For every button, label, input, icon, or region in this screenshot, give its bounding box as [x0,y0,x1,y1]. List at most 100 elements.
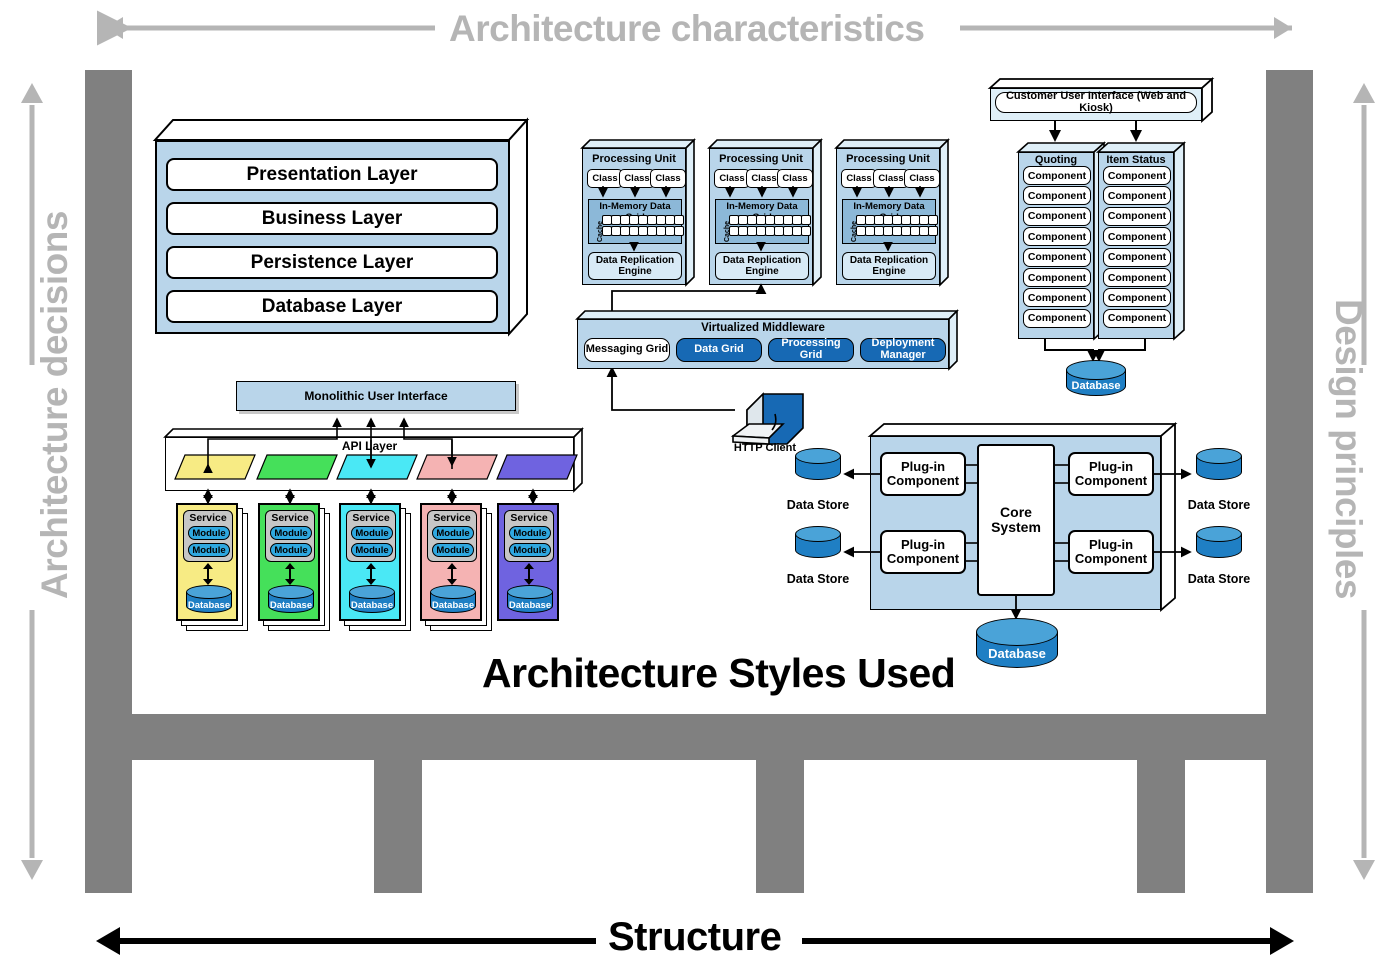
layer-persistence[interactable]: Persistence Layer [166,246,498,279]
data-store-1 [795,448,841,486]
frame-right-pillar [1266,70,1313,893]
service-component[interactable]: Component [1103,268,1171,287]
service-group: Service Module Module [183,510,233,562]
frame-inner-pillar-2 [756,760,804,893]
service-component[interactable]: Component [1103,288,1171,308]
service-component[interactable]: Component [1103,247,1171,267]
middleware-title: Virtualized Middleware [701,322,825,334]
microservice[interactable]: Service Module Module Database [420,503,482,621]
data-replication-engine: Data Replication Engine [588,252,682,280]
data-store-label-1: Data Store [786,498,850,512]
microservice[interactable]: Service Module Module Database [176,503,238,621]
service-component[interactable]: Component [1023,206,1091,226]
microservice[interactable]: Service Module Module Database [339,503,401,621]
frame-inner-pillar-1 [374,760,422,893]
plugin-component-4[interactable]: Plug-in Component [1068,530,1154,574]
processing-unit-title: Processing Unit [719,153,803,165]
module[interactable]: Module [432,543,474,557]
class-box: Class [841,169,877,188]
service-component[interactable]: Component [1023,288,1091,308]
monolithic-ui-label: Monolithic User Interface [304,389,448,403]
layer-label: Business Layer [261,207,403,229]
database-label: Database [269,600,313,611]
data-store-label-2: Data Store [786,572,850,586]
module[interactable]: Module [351,526,393,540]
data-replication-engine: Data Replication Engine [842,252,936,280]
plugin-label: Plug-in Component [886,536,960,566]
microservice-database: Database [507,585,553,617]
cache-cell [928,226,938,236]
database-label: Database [187,600,231,611]
deployment-manager-button[interactable]: Deployment Manager [860,338,946,362]
plugin-label: Plug-in Component [1074,458,1148,488]
http-client-to-middleware-arrow [606,366,735,411]
http-client: HTTP Client [725,380,805,455]
service-component[interactable]: Component [1023,186,1091,206]
service-component[interactable]: Component [1103,206,1171,226]
cache-cell [801,226,811,236]
database-label: Database [1071,380,1121,392]
core-system-label: Core System [991,503,1041,535]
service-group: Service Module Module [504,510,554,562]
messaging-grid-button[interactable]: Messaging Grid [584,338,670,362]
data-store-label-4: Data Store [1187,572,1251,586]
plugin-component-1[interactable]: Plug-in Component [880,452,966,496]
module[interactable]: Module [270,543,312,557]
module[interactable]: Module [188,526,230,540]
layer-database[interactable]: Database Layer [166,290,498,323]
database-label: Database [350,600,394,611]
service-component[interactable]: Component [1103,308,1171,328]
left-axis-label: Architecture decisions [34,211,75,599]
processing-unit-title: Processing Unit [846,153,930,165]
plugin-component-3[interactable]: Plug-in Component [880,530,966,574]
frame-inner-pillar-3 [1137,760,1185,893]
database-label: Database [508,600,552,611]
service-group: Service Module Module [346,510,396,562]
microservice[interactable]: Service Module Module Database [258,503,320,621]
layer-label: Presentation Layer [246,163,418,185]
module[interactable]: Module [432,526,474,540]
page-title: Architecture Styles Used [482,650,956,696]
module[interactable]: Module [509,526,551,540]
class-box: Class [650,169,686,188]
module[interactable]: Module [351,543,393,557]
service-component[interactable]: Component [1103,227,1171,247]
class-box: Class [714,169,750,188]
service-component[interactable]: Component [1023,268,1091,287]
data-store-3 [1196,448,1242,486]
layer-business[interactable]: Business Layer [166,202,498,235]
cache-cell [801,215,811,225]
microservice-database: Database [268,585,314,617]
service-component[interactable]: Component [1023,247,1091,267]
module[interactable]: Module [188,543,230,557]
right-axis-label: Design principles [1328,299,1369,599]
microservice-database: Database [349,585,395,617]
microkernel-database: Database [976,618,1058,672]
data-replication-engine: Data Replication Engine [715,252,809,280]
module[interactable]: Module [270,526,312,540]
core-system[interactable]: Core System [977,444,1055,596]
cache-cell [928,215,938,225]
plugin-component-2[interactable]: Plug-in Component [1068,452,1154,496]
service-component[interactable]: Component [1023,166,1091,185]
microservice-database: Database [186,585,232,617]
monolithic-user-interface[interactable]: Monolithic User Interface [236,381,516,411]
top-axis-label: Architecture characteristics [449,8,925,49]
module[interactable]: Module [509,543,551,557]
bottom-axis-label: Structure [608,915,782,959]
service-component[interactable]: Component [1103,186,1171,206]
cache-cell [674,215,684,225]
service-component[interactable]: Component [1023,308,1091,328]
customer-ui-label: Customer User Interface (Web and Kiosk) [1005,89,1187,114]
service-component[interactable]: Component [1103,166,1171,185]
customer-ui-label-box[interactable]: Customer User Interface (Web and Kiosk) [995,89,1197,114]
class-box: Class [777,169,813,188]
plugin-label: Plug-in Component [1074,536,1148,566]
layer-presentation[interactable]: Presentation Layer [166,158,498,191]
class-box: Class [904,169,940,188]
data-grid-button[interactable]: Data Grid [676,338,762,362]
monitor-icon [730,392,804,446]
processing-grid-button[interactable]: Processing Grid [768,338,854,362]
microservice[interactable]: Service Module Module Database [497,503,559,621]
service-component[interactable]: Component [1023,227,1091,247]
